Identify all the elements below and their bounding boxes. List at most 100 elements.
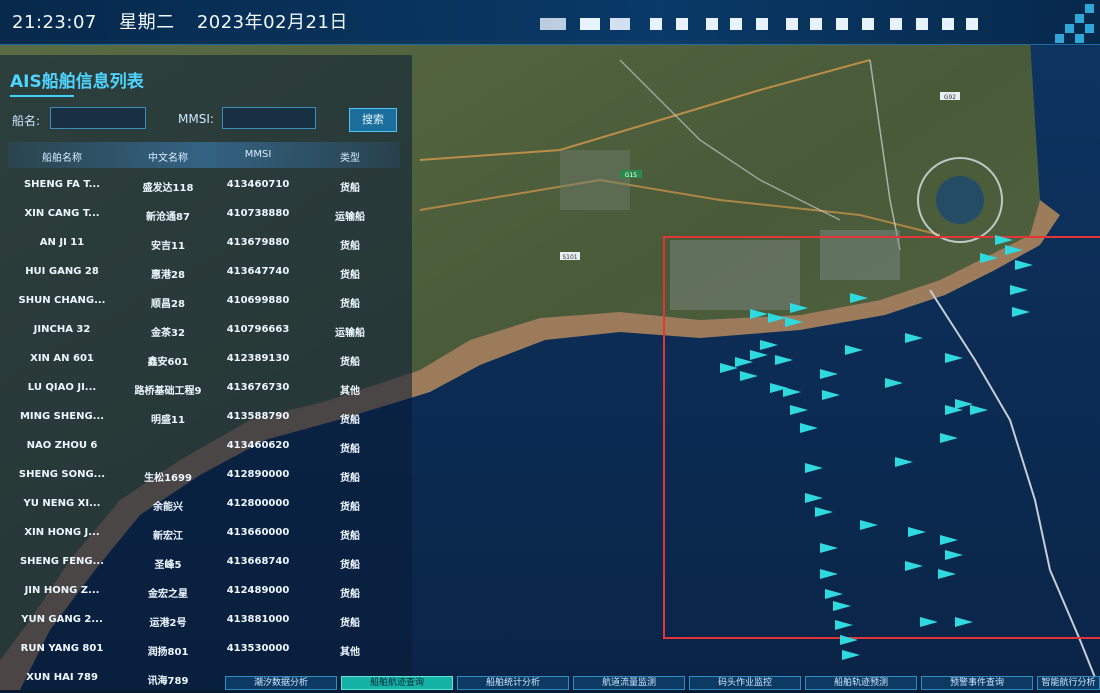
table-row[interactable]: SHENG SONG... 生松1699 412890000 货船 xyxy=(0,461,412,490)
table-row[interactable]: SHENG FA T... 盛发达118 413460710 货船 xyxy=(0,171,412,200)
chinese-name-cell: 顺昌28 xyxy=(151,299,185,310)
ais-ship-list-panel: AIS船舶信息列表 船名: MMSI: 搜索 船舶名称 中文名称 MMSI 类型… xyxy=(0,55,412,690)
chinese-name-cell: 新沧通87 xyxy=(146,212,190,223)
mmsi-cell: 413660000 xyxy=(226,527,290,538)
table-row[interactable]: SHUN CHANG... 顺昌28 410699880 货船 xyxy=(0,287,412,316)
chinese-name-cell: 圣峰5 xyxy=(154,560,182,571)
column-header: 船舶名称 xyxy=(42,153,82,164)
tab-terminal-monitor[interactable]: 码头作业监控 xyxy=(689,676,801,690)
type-cell: 货船 xyxy=(340,299,360,310)
ship-name-cell: JINCHA 32 xyxy=(33,324,91,335)
table-row[interactable]: RUN YANG 801 润扬801 413530000 其他 xyxy=(0,635,412,664)
search-button[interactable]: 搜索 xyxy=(349,108,397,132)
bottom-tab-bar: 潮汐数据分析 船舶航迹查询 船舶统计分析 航道流量监测 码头作业监控 船舶轨迹预… xyxy=(225,676,1100,690)
type-cell: 货船 xyxy=(340,589,360,600)
table-row[interactable]: LU QIAO JI... 路桥基础工程9 413676730 其他 xyxy=(0,374,412,403)
chinese-name-cell: 新宏江 xyxy=(153,531,183,542)
mmsi-cell: 413460620 xyxy=(226,440,290,451)
mmsi-cell: 412489000 xyxy=(226,585,290,596)
mmsi-label: MMSI: xyxy=(178,112,214,126)
type-cell: 货船 xyxy=(340,415,360,426)
tab-ship-track[interactable]: 船舶航迹查询 xyxy=(341,676,453,690)
ship-name-cell: JIN HONG Z... xyxy=(24,585,100,596)
table-row[interactable]: YU NENG XI... 余能兴 412800000 货船 xyxy=(0,490,412,519)
type-cell: 货船 xyxy=(340,473,360,484)
mmsi-cell: 412800000 xyxy=(226,498,290,509)
chinese-name-cell: 运港2号 xyxy=(149,618,187,629)
weekday-text: 星期二 xyxy=(119,12,175,33)
mmsi-input[interactable] xyxy=(222,107,316,129)
top-bar: 21:23:07 星期二 2023年02月21日 xyxy=(0,0,1100,45)
type-cell: 货船 xyxy=(340,183,360,194)
type-cell: 货船 xyxy=(340,241,360,252)
table-row[interactable]: XIN AN 601 鑫安601 412389130 货船 xyxy=(0,345,412,374)
mmsi-cell: 410699880 xyxy=(226,295,290,306)
table-row[interactable]: JIN HONG Z... 金宏之星 412489000 货船 xyxy=(0,577,412,606)
ship-name-cell: LU QIAO JI... xyxy=(27,382,97,393)
date-text: 2023年02月21日 xyxy=(196,12,348,33)
chinese-name-cell: 余能兴 xyxy=(153,502,183,513)
mmsi-cell: 413881000 xyxy=(226,614,290,625)
tab-smart-navigation[interactable]: 智能航行分析 xyxy=(1037,676,1100,690)
ship-name-cell: NAO ZHOU 6 xyxy=(26,440,98,451)
ship-name-cell: YU NENG XI... xyxy=(23,498,101,509)
ship-name-cell: SHENG FA T... xyxy=(23,179,101,190)
ship-name-cell: XIN HONG J... xyxy=(24,527,100,538)
panel-title: AIS船舶信息列表 xyxy=(10,72,144,92)
type-cell: 货船 xyxy=(340,618,360,629)
ship-name-cell: XUN HAI 789 xyxy=(26,672,98,683)
mmsi-cell: 410796663 xyxy=(226,324,290,335)
table-row[interactable]: SHENG FENG... 圣峰5 413668740 货船 xyxy=(0,548,412,577)
type-cell: 货船 xyxy=(340,270,360,281)
column-header: MMSI xyxy=(244,149,272,160)
table-row[interactable]: XIN HONG J... 新宏江 413660000 货船 xyxy=(0,519,412,548)
tab-alert-query[interactable]: 预警事件查询 xyxy=(921,676,1033,690)
mmsi-cell: 410738880 xyxy=(226,208,290,219)
map-label: G92 xyxy=(944,94,956,101)
table-header: 船舶名称 中文名称 MMSI 类型 xyxy=(8,142,400,168)
type-cell: 货船 xyxy=(340,560,360,571)
mmsi-cell: 413668740 xyxy=(226,556,290,567)
table-row[interactable]: XIN CANG T... 新沧通87 410738880 运输船 xyxy=(0,200,412,229)
mmsi-cell: 413460710 xyxy=(226,179,290,190)
chinese-name-cell: 明盛11 xyxy=(151,415,185,426)
type-cell: 货船 xyxy=(340,531,360,542)
type-cell: 其他 xyxy=(340,386,360,397)
time-text: 21:23:07 xyxy=(12,12,97,33)
type-cell: 货船 xyxy=(340,502,360,513)
tab-channel-flow[interactable]: 航道流量监测 xyxy=(573,676,685,690)
mmsi-cell: 413647740 xyxy=(226,266,290,277)
mmsi-cell: 413679880 xyxy=(226,237,290,248)
chinese-name-cell: 鑫安601 xyxy=(147,357,189,368)
corner-decoration xyxy=(1030,0,1100,44)
chinese-name-cell: 金茶32 xyxy=(151,328,185,339)
table-row[interactable]: AN JI 11 安吉11 413679880 货船 xyxy=(0,229,412,258)
table-row[interactable]: MING SHENG... 明盛11 413588790 货船 xyxy=(0,403,412,432)
table-row[interactable]: NAO ZHOU 6 413460620 货船 xyxy=(0,432,412,461)
type-cell: 其他 xyxy=(340,647,360,658)
table-row[interactable]: HUI GANG 28 惠港28 413647740 货船 xyxy=(0,258,412,287)
type-cell: 运输船 xyxy=(335,328,365,339)
chinese-name-cell: 讯海789 xyxy=(147,676,189,687)
tab-tide-analysis[interactable]: 潮汐数据分析 xyxy=(225,676,337,690)
ship-name-cell: HUI GANG 28 xyxy=(25,266,99,277)
ship-name-label: 船名: xyxy=(12,114,41,128)
ship-name-cell: SHENG SONG... xyxy=(18,469,106,480)
title-underline xyxy=(10,95,74,97)
ship-name-cell: SHENG FENG... xyxy=(19,556,105,567)
chinese-name-cell: 金宏之星 xyxy=(148,589,188,600)
map-label: S101 xyxy=(562,254,577,261)
chinese-name-cell: 安吉11 xyxy=(151,241,185,252)
tab-track-prediction[interactable]: 船舶轨迹预测 xyxy=(805,676,917,690)
type-cell: 货船 xyxy=(340,357,360,368)
type-cell: 运输船 xyxy=(335,212,365,223)
table-row[interactable]: YUN GANG 2... 运港2号 413881000 货船 xyxy=(0,606,412,635)
tab-ship-statistics[interactable]: 船舶统计分析 xyxy=(457,676,569,690)
table-row[interactable]: JINCHA 32 金茶32 410796663 运输船 xyxy=(0,316,412,345)
ship-name-cell: MING SHENG... xyxy=(19,411,105,422)
mmsi-cell: 412389130 xyxy=(226,353,290,364)
chinese-name-cell: 盛发达118 xyxy=(142,183,194,194)
ship-name-cell: XIN AN 601 xyxy=(30,353,94,364)
mmsi-cell: 413588790 xyxy=(226,411,290,422)
ship-name-input[interactable] xyxy=(50,107,146,129)
